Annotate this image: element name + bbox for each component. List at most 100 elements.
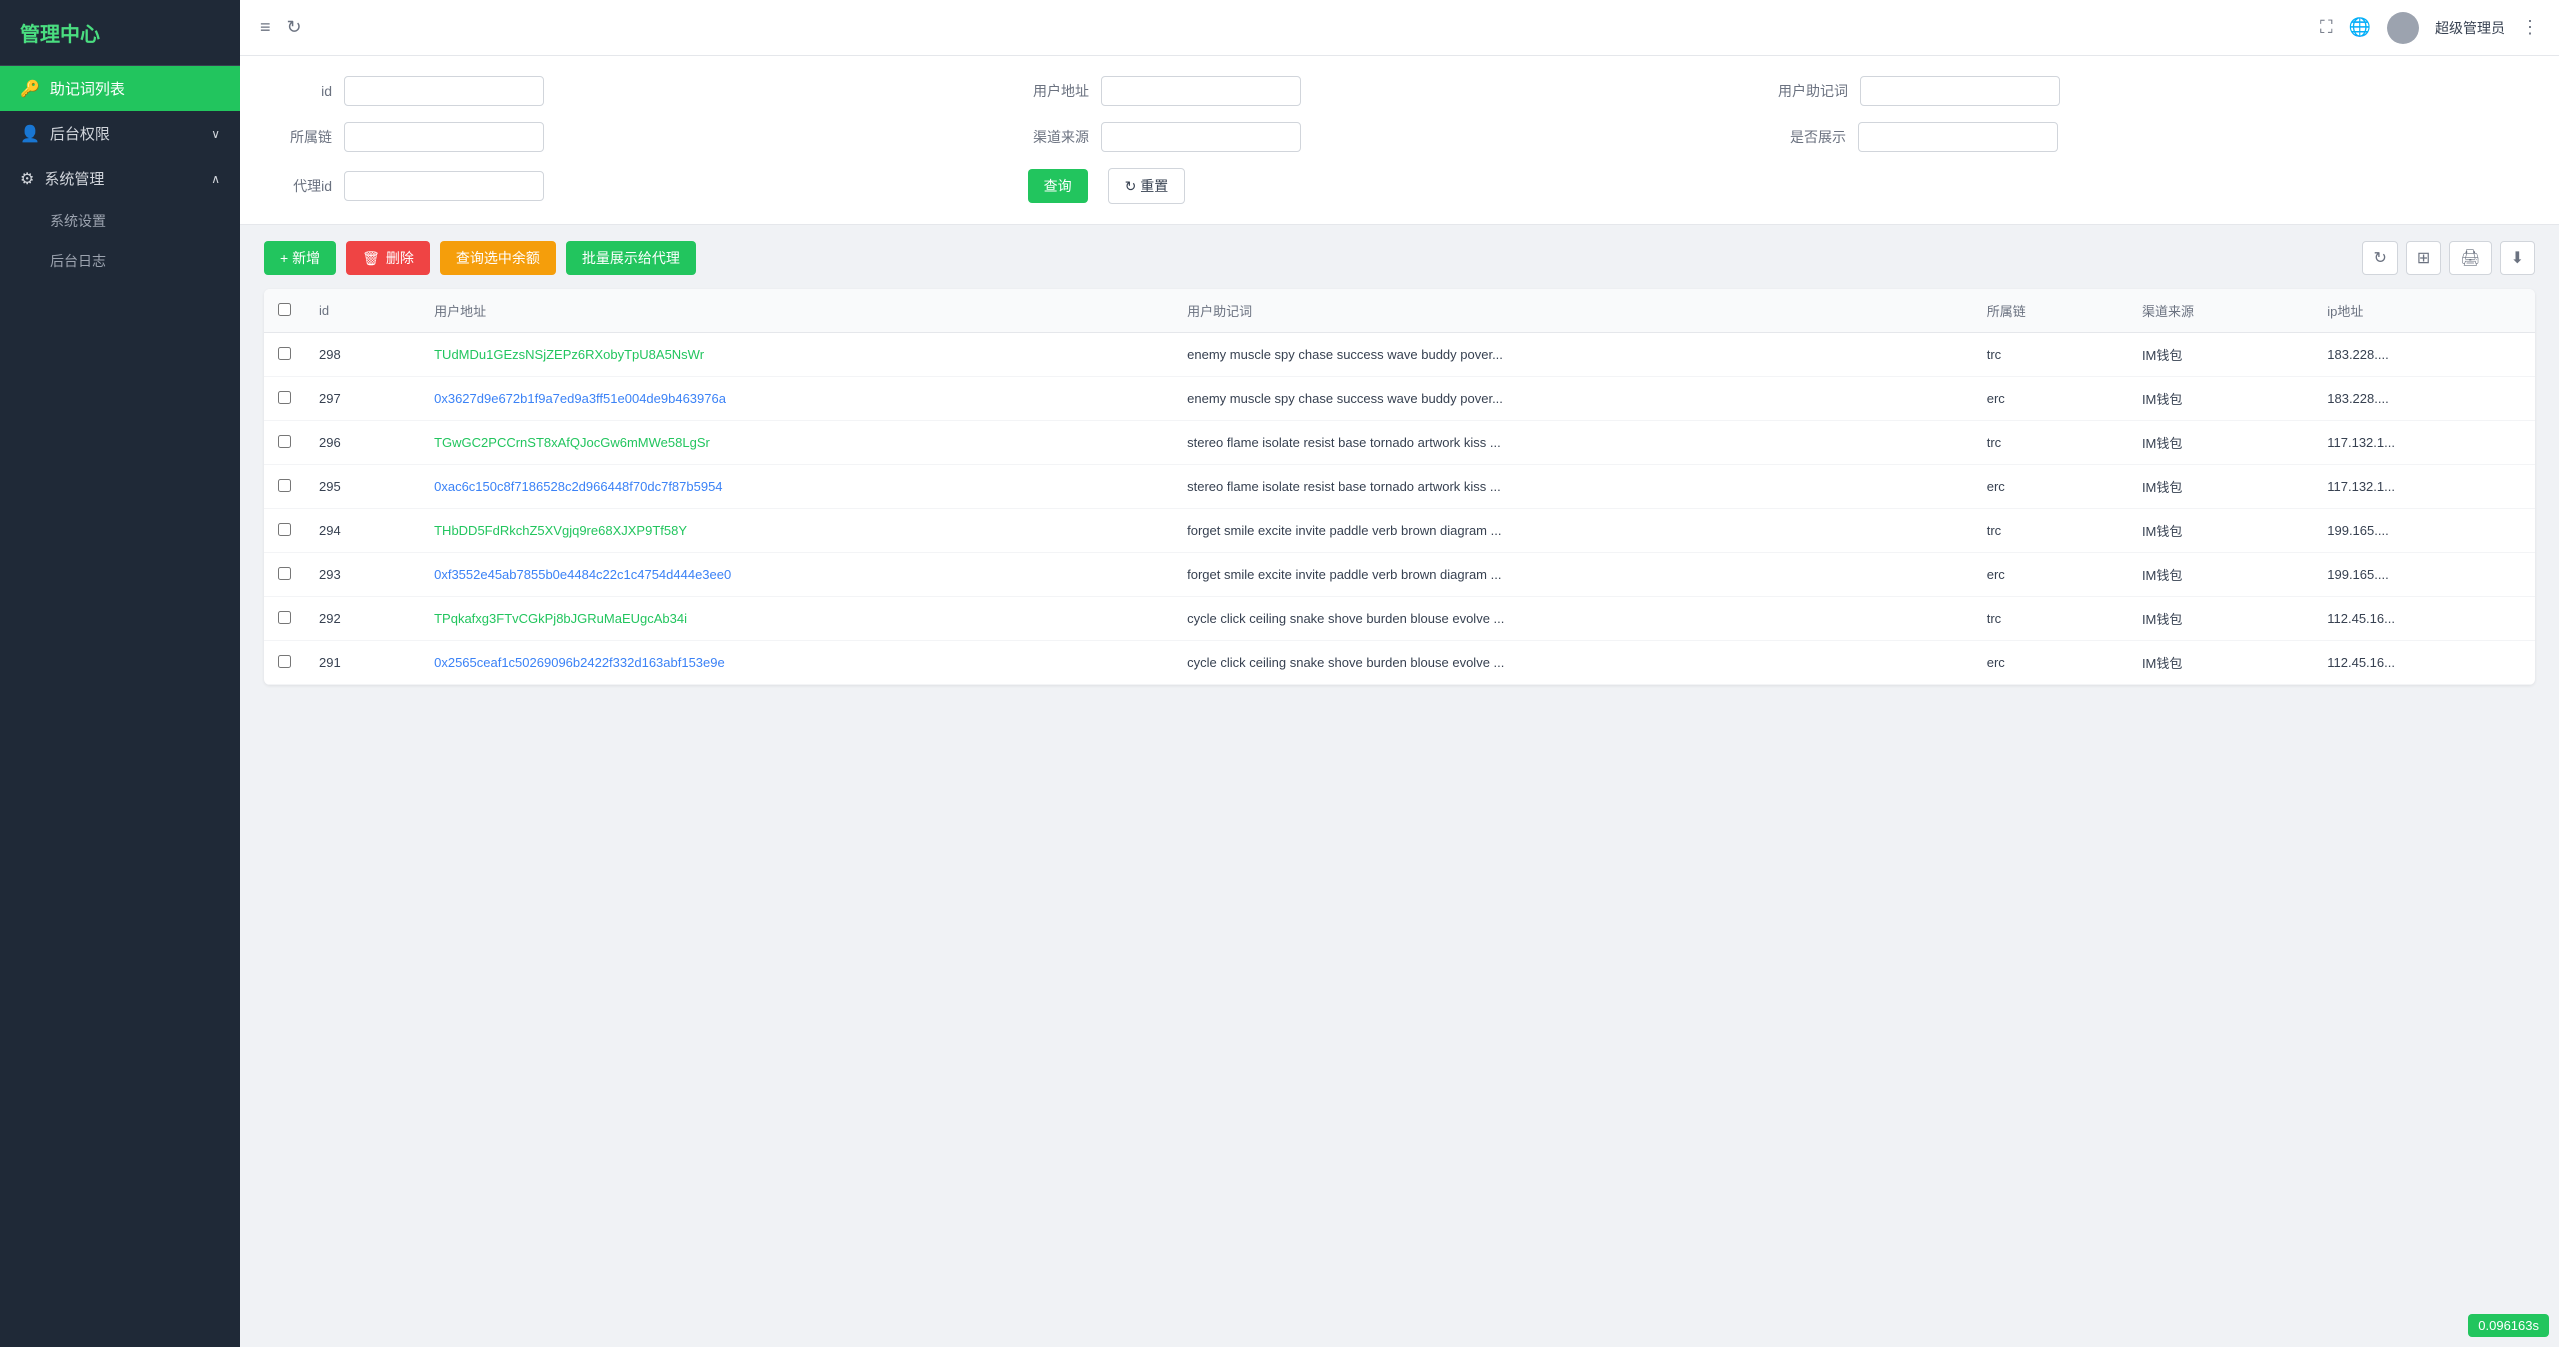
sidebar-menu: 🔑 助记词列表 👤 后台权限 ∨ ⚙ 系统管理 ∧ 系统设置 后台日志: [0, 66, 240, 1347]
cell-channel: IM钱包: [2128, 553, 2313, 597]
filter-input-is-display[interactable]: [1858, 122, 2058, 152]
data-table: id 用户地址 用户助记词 所属链 渠道来源 ip地址 298 TUdMDu1G…: [264, 289, 2535, 685]
avatar-image: [2387, 12, 2419, 44]
row-checkbox[interactable]: [264, 597, 305, 641]
more-icon[interactable]: ⋮: [2521, 17, 2539, 38]
print-btn[interactable]: 🖨: [2449, 241, 2491, 275]
cell-id: 293: [305, 553, 420, 597]
filter-input-chain[interactable]: [344, 122, 544, 152]
address-link[interactable]: 0x2565ceaf1c50269096b2422f332d163abf153e…: [434, 655, 725, 670]
address-link[interactable]: 0xac6c150c8f7186528c2d966448f70dc7f87b59…: [434, 479, 722, 494]
filter-input-user-address[interactable]: [1101, 76, 1301, 106]
cell-address: 0xac6c150c8f7186528c2d966448f70dc7f87b59…: [420, 465, 1173, 509]
sidebar-item-mnemonic-list[interactable]: 🔑 助记词列表: [0, 66, 240, 111]
menu-toggle-icon[interactable]: ≡: [260, 17, 271, 38]
refresh-icon[interactable]: ↻: [287, 17, 302, 38]
cell-ip: 199.165....: [2313, 553, 2535, 597]
address-link[interactable]: TGwGC2PCCrnST8xAfQJocGw6mMWe58LgSr: [434, 435, 710, 450]
main-content: ≡ ↻ ⛶ 🌐 超级管理员 ⋮ id 用户地址 用户助记词: [240, 0, 2559, 1347]
row-checkbox[interactable]: [264, 641, 305, 685]
sidebar: 管理中心 🔑 助记词列表 👤 后台权限 ∨ ⚙ 系统管理 ∧ 系统设置 后台日志: [0, 0, 240, 1347]
filter-label-user-mnemonic: 用户助记词: [1778, 81, 1860, 101]
table-row: 292 TPqkafxg3FTvCGkPj8bJGRuMaEUgcAb34i c…: [264, 597, 2535, 641]
globe-icon[interactable]: 🌐: [2349, 17, 2371, 38]
address-link[interactable]: 0xf3552e45ab7855b0e4484c22c1c4754d444e3e…: [434, 567, 731, 582]
cell-chain: trc: [1973, 333, 2128, 377]
cell-ip: 117.132.1...: [2313, 465, 2535, 509]
sidebar-item-system-settings[interactable]: 系统设置: [0, 201, 240, 241]
col-header-chain: 所属链: [1973, 289, 2128, 333]
sidebar-sub-item-label: 系统设置: [50, 213, 106, 229]
row-checkbox[interactable]: [264, 377, 305, 421]
fullscreen-icon[interactable]: ⛶: [2320, 17, 2333, 38]
cell-address: TUdMDu1GEzsNSjZEPz6RXobyTpU8A5NsWr: [420, 333, 1173, 377]
address-link[interactable]: THbDD5FdRkchZ5XVgjq9re68XJXP9Tf58Y: [434, 523, 687, 538]
row-checkbox[interactable]: [264, 509, 305, 553]
refresh-table-btn[interactable]: ↻: [2362, 241, 2397, 275]
filter-label-agent-id: 代理id: [264, 176, 344, 196]
cell-channel: IM钱包: [2128, 333, 2313, 377]
cell-chain: trc: [1973, 421, 2128, 465]
row-checkbox[interactable]: [264, 465, 305, 509]
address-link[interactable]: TUdMDu1GEzsNSjZEPz6RXobyTpU8A5NsWr: [434, 347, 704, 362]
reset-button[interactable]: ↻ 重置: [1108, 168, 1186, 204]
sidebar-item-system-mgmt[interactable]: ⚙ 系统管理 ∧: [0, 156, 240, 201]
table-row: 298 TUdMDu1GEzsNSjZEPz6RXobyTpU8A5NsWr e…: [264, 333, 2535, 377]
filter-label-chain: 所属链: [264, 127, 344, 147]
delete-icon: 🗑: [362, 250, 380, 267]
filter-area: id 用户地址 用户助记词 所属链 渠道来源 是否展示: [240, 56, 2559, 225]
export-btn[interactable]: ⬇: [2500, 241, 2535, 275]
table-row: 296 TGwGC2PCCrnST8xAfQJocGw6mMWe58LgSr s…: [264, 421, 2535, 465]
select-all-checkbox[interactable]: [278, 303, 291, 316]
chevron-up-icon: ∧: [211, 172, 220, 186]
delete-button[interactable]: 🗑 删除: [346, 241, 430, 275]
query-selected-btn[interactable]: 查询选中余额: [440, 241, 556, 275]
cell-address: TGwGC2PCCrnST8xAfQJocGw6mMWe58LgSr: [420, 421, 1173, 465]
user-icon: 👤: [20, 124, 40, 144]
cell-channel: IM钱包: [2128, 421, 2313, 465]
cell-id: 298: [305, 333, 420, 377]
cell-mnemonic: cycle click ceiling snake shove burden b…: [1173, 597, 1973, 641]
header-right: ⛶ 🌐 超级管理员 ⋮: [2320, 12, 2539, 44]
row-checkbox[interactable]: [264, 333, 305, 377]
cell-chain: erc: [1973, 377, 2128, 421]
performance-badge: 0.096163s: [2468, 1314, 2549, 1337]
col-header-mnemonic: 用户助记词: [1173, 289, 1973, 333]
row-checkbox[interactable]: [264, 421, 305, 465]
sidebar-item-backend-perms[interactable]: 👤 后台权限 ∨: [0, 111, 240, 156]
cell-id: 296: [305, 421, 420, 465]
sidebar-item-label: 系统管理: [44, 168, 104, 189]
cell-mnemonic: stereo flame isolate resist base tornado…: [1173, 465, 1973, 509]
cell-address: 0x3627d9e672b1f9a7ed9a3ff51e004de9b46397…: [420, 377, 1173, 421]
filter-item-user-address: 用户地址: [1021, 76, 1778, 106]
gear-icon: ⚙: [20, 169, 34, 189]
cell-channel: IM钱包: [2128, 377, 2313, 421]
row-checkbox[interactable]: [264, 553, 305, 597]
table-area: + 新增 🗑 删除 查询选中余额 批量展示给代理 ↻ ⊞ 🖨 ⬇ id: [240, 225, 2559, 1347]
filter-item-chain: 所属链: [264, 122, 1021, 152]
cell-mnemonic: forget smile excite invite paddle verb b…: [1173, 509, 1973, 553]
query-button[interactable]: 查询: [1028, 169, 1088, 203]
batch-display-btn[interactable]: 批量展示给代理: [566, 241, 696, 275]
cell-ip: 117.132.1...: [2313, 421, 2535, 465]
filter-input-agent-id[interactable]: [344, 171, 544, 201]
add-button[interactable]: + 新增: [264, 241, 336, 275]
cell-ip: 183.228....: [2313, 333, 2535, 377]
filter-item-channel-source: 渠道来源: [1021, 122, 1778, 152]
table-row: 291 0x2565ceaf1c50269096b2422f332d163abf…: [264, 641, 2535, 685]
filter-input-id[interactable]: [344, 76, 544, 106]
cell-id: 297: [305, 377, 420, 421]
cell-chain: erc: [1973, 553, 2128, 597]
filter-actions: 查询 ↻ 重置: [1018, 168, 2535, 204]
sidebar-logo: 管理中心: [0, 0, 240, 66]
column-config-btn[interactable]: ⊞: [2406, 241, 2441, 275]
filter-input-channel-source[interactable]: [1101, 122, 1301, 152]
admin-name-label: 超级管理员: [2435, 18, 2505, 38]
address-link[interactable]: 0x3627d9e672b1f9a7ed9a3ff51e004de9b46397…: [434, 391, 726, 406]
cell-ip: 112.45.16...: [2313, 641, 2535, 685]
address-link[interactable]: TPqkafxg3FTvCGkPj8bJGRuMaEUgcAb34i: [434, 611, 687, 626]
cell-channel: IM钱包: [2128, 509, 2313, 553]
sidebar-item-backend-log[interactable]: 后台日志: [0, 241, 240, 281]
filter-label-user-address: 用户地址: [1021, 81, 1101, 101]
filter-input-user-mnemonic[interactable]: [1860, 76, 2060, 106]
